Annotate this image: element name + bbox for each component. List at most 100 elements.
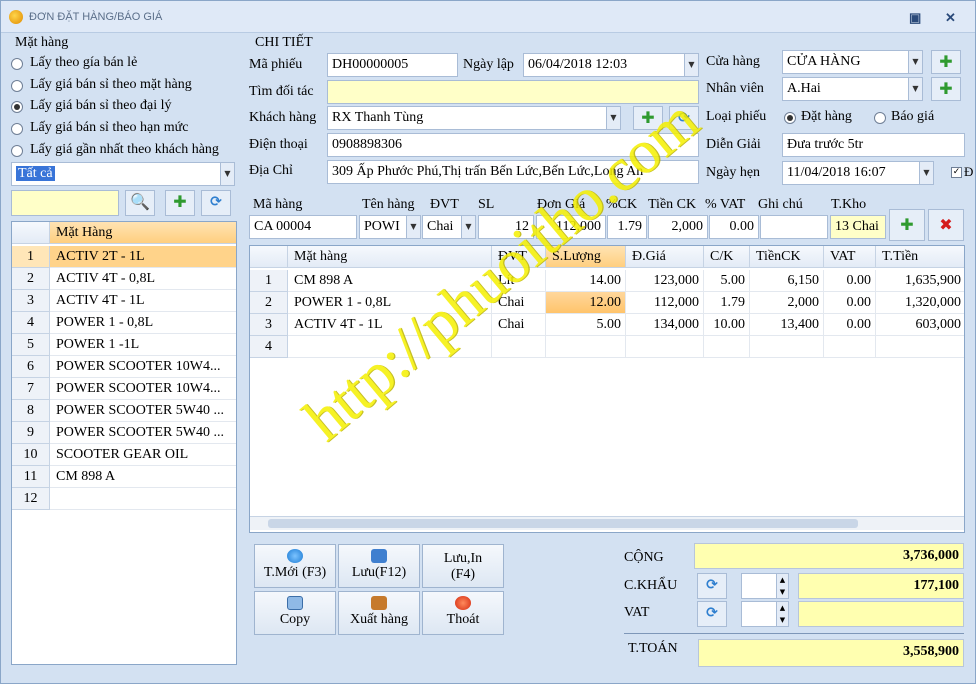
line-cell-price[interactable]: [626, 336, 704, 358]
exit-button[interactable]: Thoát: [422, 591, 504, 635]
line-cell-ck[interactable]: 5.00: [704, 270, 750, 292]
save-button[interactable]: Lưu(F12): [338, 544, 420, 588]
line-cell-qty[interactable]: 12.00: [546, 292, 626, 314]
list-row-number[interactable]: 1: [12, 246, 50, 268]
chevron-down-icon[interactable]: ▼: [684, 54, 698, 76]
line-cell-price[interactable]: 112,000: [626, 292, 704, 314]
copy-button[interactable]: Copy: [254, 591, 336, 635]
cua-hang-select[interactable]: CỬA HÀNG ▼: [782, 50, 923, 74]
chevron-down-icon[interactable]: ▼: [919, 162, 933, 184]
line-cell-ck[interactable]: 10.00: [704, 314, 750, 336]
line-cell-vat[interactable]: 0.00: [824, 314, 876, 336]
line-cell-qty[interactable]: [546, 336, 626, 358]
col-header-total[interactable]: T.Tiền: [876, 246, 964, 268]
add-item-button[interactable]: ✚: [165, 190, 195, 216]
line-cell-vat[interactable]: 0.00: [824, 292, 876, 314]
list-row-number[interactable]: 6: [12, 356, 50, 378]
list-item[interactable]: SCOOTER GEAR OIL: [50, 444, 236, 466]
spinner-arrows-icon[interactable]: ▲ ▼: [776, 574, 788, 598]
entry-dvt-select[interactable]: Chai ▼: [422, 215, 476, 239]
list-item[interactable]: ACTIV 4T - 0,8L: [50, 268, 236, 290]
ma-phieu-field[interactable]: DH00000005: [327, 53, 458, 77]
vat-percent-spinner[interactable]: ▲ ▼: [741, 601, 789, 627]
line-cell-ck[interactable]: 1.79: [704, 292, 750, 314]
list-row-number[interactable]: 5: [12, 334, 50, 356]
line-cell-tienck[interactable]: 2,000: [750, 292, 824, 314]
entry-ten-hang-select[interactable]: POWI ▼: [359, 215, 421, 239]
ngay-hen-checkbox[interactable]: ✓: [951, 167, 962, 178]
list-item[interactable]: POWER 1 - 0,8L: [50, 312, 236, 334]
line-cell-tienck[interactable]: 6,150: [750, 270, 824, 292]
line-cell-vat[interactable]: [824, 336, 876, 358]
col-header-price[interactable]: Đ.Giá: [626, 246, 704, 268]
list-row-number[interactable]: 12: [12, 488, 50, 510]
search-button[interactable]: 🔍: [125, 190, 155, 216]
list-item[interactable]: [50, 488, 236, 510]
line-cell-total[interactable]: 1,635,900: [876, 270, 964, 292]
line-cell-price[interactable]: 123,000: [626, 270, 704, 292]
list-row-number[interactable]: 11: [12, 466, 50, 488]
list-item[interactable]: ACTIV 2T - 1L: [50, 246, 236, 268]
price-option-radio-4[interactable]: [11, 123, 23, 135]
price-option-radio-2[interactable]: [11, 80, 23, 92]
dien-giai-field[interactable]: Đưa trước 5tr: [782, 133, 965, 157]
item-search-input[interactable]: [11, 190, 119, 216]
chevron-down-icon[interactable]: ▼: [406, 216, 420, 238]
list-row-number[interactable]: 9: [12, 422, 50, 444]
list-row-number[interactable]: 4: [12, 312, 50, 334]
pin-icon[interactable]: ▣: [909, 10, 921, 26]
list-row-number[interactable]: 8: [12, 400, 50, 422]
list-item[interactable]: CM 898 A: [50, 466, 236, 488]
entry-vat-input[interactable]: 0.00: [709, 215, 759, 239]
tim-doi-tac-input[interactable]: [327, 80, 699, 104]
new-button[interactable]: T.Mới (F3): [254, 544, 336, 588]
chevron-down-icon[interactable]: ▼: [908, 51, 922, 73]
chevron-down-icon[interactable]: ▼: [461, 216, 475, 238]
discount-refresh-button[interactable]: ⟳: [697, 573, 727, 599]
add-store-button[interactable]: ✚: [931, 50, 961, 74]
line-row-number[interactable]: 2: [250, 292, 288, 314]
loai-bao-gia-radio[interactable]: [874, 112, 886, 124]
col-header-tienck[interactable]: TiềnCK: [750, 246, 824, 268]
add-employee-button[interactable]: ✚: [931, 77, 961, 101]
price-option-radio-3[interactable]: [11, 101, 23, 113]
export-button[interactable]: Xuất hàng: [338, 591, 420, 635]
spinner-arrows-icon[interactable]: ▲ ▼: [776, 602, 788, 626]
close-icon[interactable]: ✕: [945, 10, 956, 26]
khach-hang-select[interactable]: RX Thanh Tùng ▼: [327, 106, 621, 130]
save-print-button[interactable]: Lưu,In (F4): [422, 544, 504, 588]
col-header-ck[interactable]: C/K: [704, 246, 750, 268]
line-row-number[interactable]: 3: [250, 314, 288, 336]
line-row-number[interactable]: 1: [250, 270, 288, 292]
add-line-button[interactable]: ✚: [889, 209, 925, 241]
chevron-down-icon[interactable]: ▼: [908, 78, 922, 100]
horizontal-scrollbar[interactable]: [250, 516, 964, 530]
refresh-items-button[interactable]: ⟳: [201, 190, 231, 216]
loai-dat-hang-radio[interactable]: [784, 112, 796, 124]
price-option-radio-5[interactable]: [11, 145, 23, 157]
line-cell-total[interactable]: 603,000: [876, 314, 964, 336]
line-row-number[interactable]: 4: [250, 336, 288, 358]
chevron-down-icon[interactable]: ▼: [220, 163, 234, 185]
line-cell-ck[interactable]: [704, 336, 750, 358]
list-row-number[interactable]: 10: [12, 444, 50, 466]
list-item[interactable]: POWER SCOOTER 10W4...: [50, 356, 236, 378]
list-item[interactable]: POWER SCOOTER 5W40 ...: [50, 422, 236, 444]
delete-line-button[interactable]: ✖: [928, 209, 964, 241]
list-row-number[interactable]: 3: [12, 290, 50, 312]
line-cell-qty[interactable]: 14.00: [546, 270, 626, 292]
vat-refresh-button[interactable]: ⟳: [697, 601, 727, 627]
line-cell-tienck[interactable]: [750, 336, 824, 358]
discount-percent-spinner[interactable]: ▲ ▼: [741, 573, 789, 599]
nhan-vien-select[interactable]: A.Hai ▼: [782, 77, 923, 101]
list-item[interactable]: POWER SCOOTER 10W4...: [50, 378, 236, 400]
line-cell-dvt[interactable]: [492, 336, 546, 358]
list-row-number[interactable]: 2: [12, 268, 50, 290]
list-item[interactable]: POWER 1 -1L: [50, 334, 236, 356]
line-cell-total[interactable]: [876, 336, 964, 358]
col-header-vat[interactable]: VAT: [824, 246, 876, 268]
item-list-header[interactable]: Mặt Hàng: [50, 222, 236, 244]
price-option-radio-1[interactable]: [11, 58, 23, 70]
line-cell-total[interactable]: 1,320,000: [876, 292, 964, 314]
list-row-number[interactable]: 7: [12, 378, 50, 400]
